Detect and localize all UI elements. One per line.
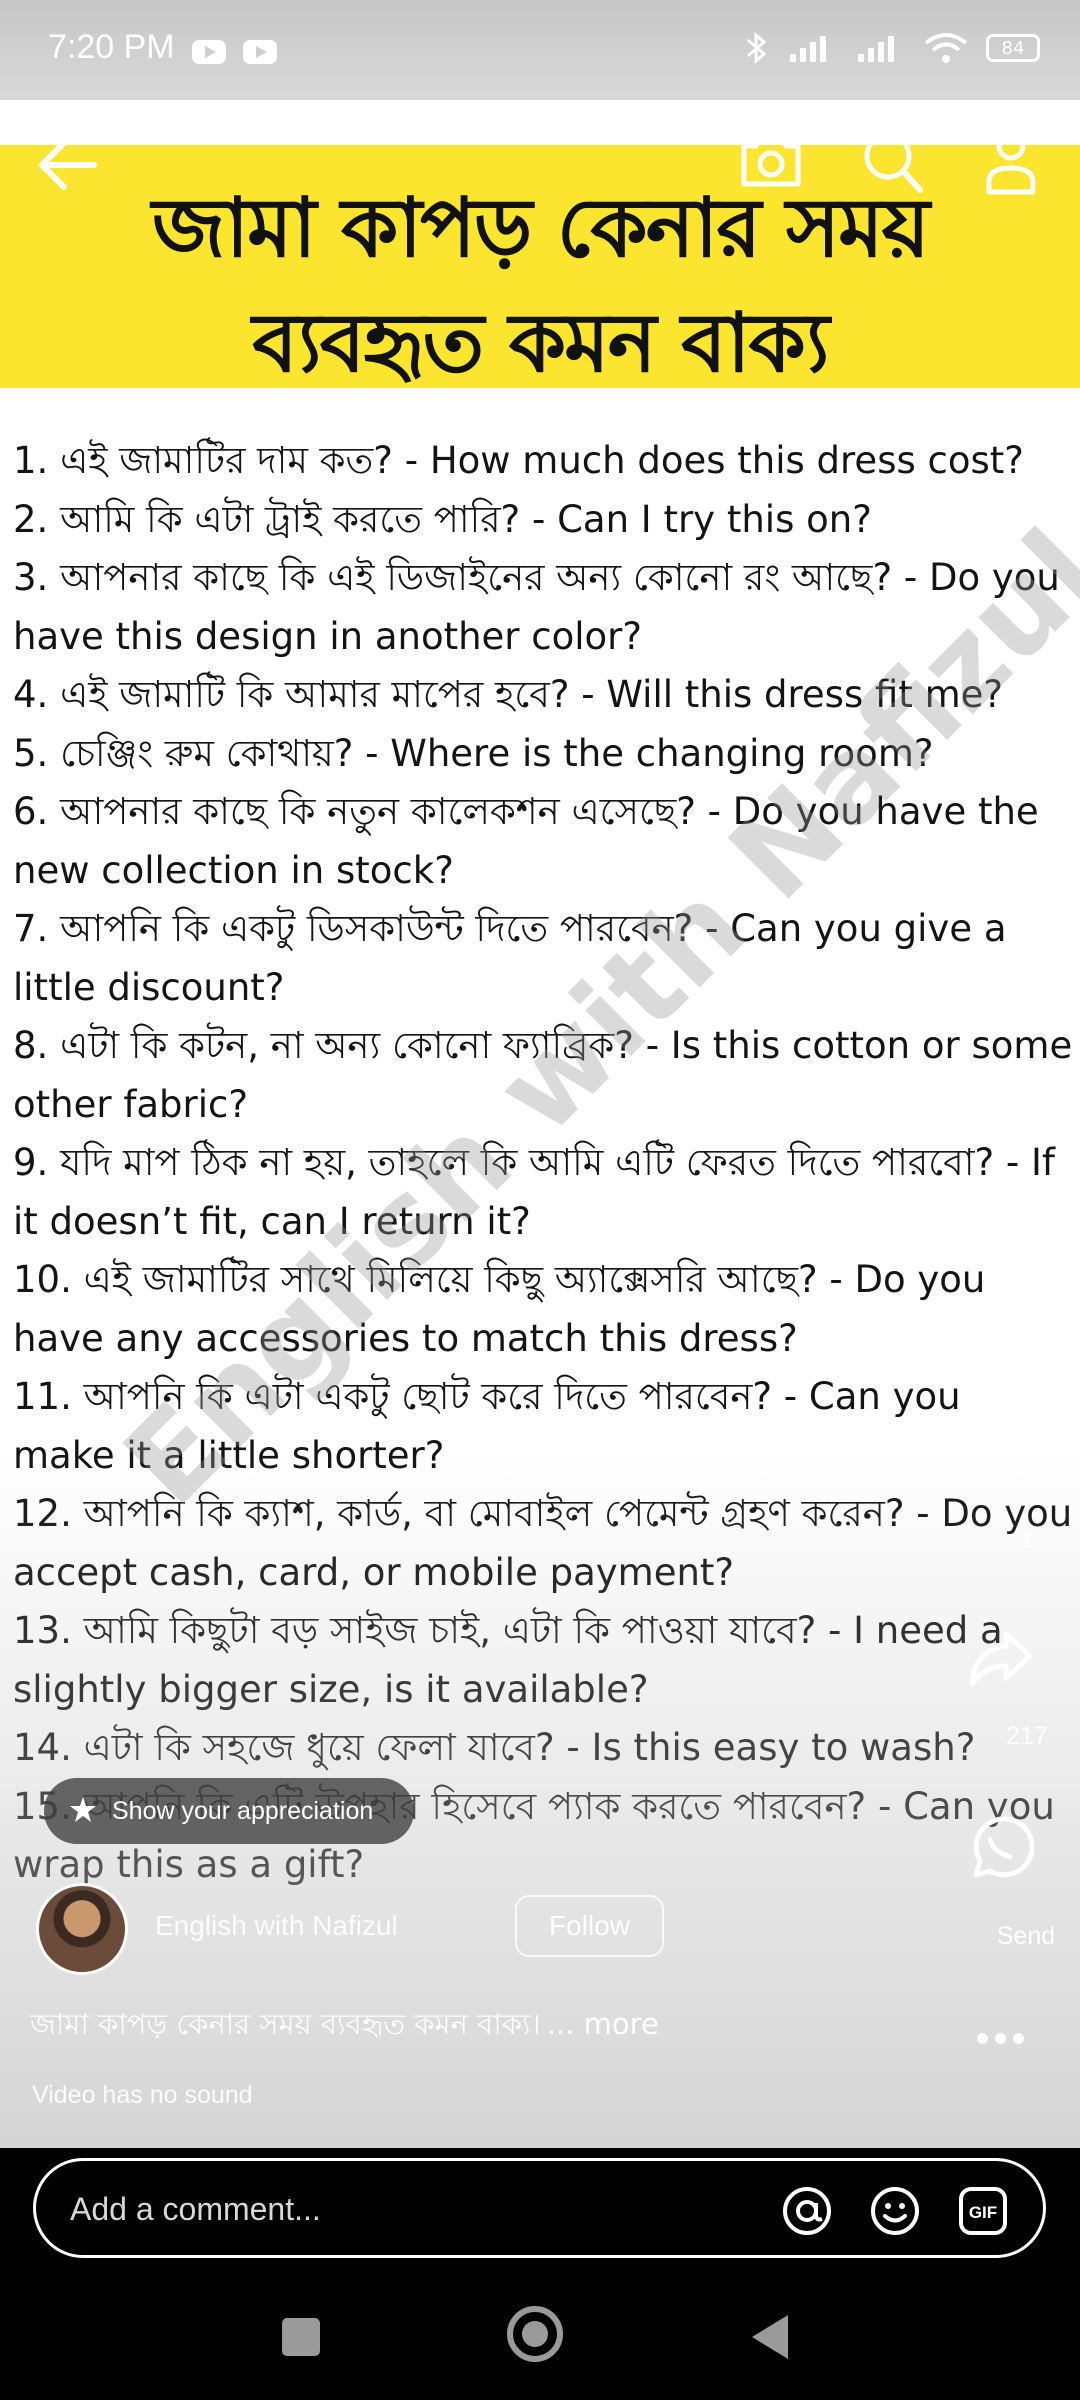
more-options-icon[interactable] (977, 2033, 1024, 2044)
author-avatar[interactable] (36, 1883, 128, 1975)
signal-icon (790, 36, 826, 62)
appreciation-label: Show your appreciation (112, 1796, 374, 1825)
system-nav-bar (0, 2270, 1080, 2400)
svg-text:GIF: GIF (969, 2203, 997, 2222)
gif-icon[interactable]: GIF (957, 2185, 1009, 2237)
status-bar: 7:20 PM 84 (0, 0, 1080, 100)
camera-icon[interactable] (738, 130, 804, 190)
search-icon[interactable] (862, 130, 924, 196)
follow-button[interactable]: Follow (515, 1895, 664, 1957)
back-arrow-icon[interactable] (36, 138, 98, 192)
like-count: 842 (1006, 1326, 1048, 1354)
battery-level: 84 (1001, 37, 1025, 59)
back-nav-icon[interactable] (748, 2312, 792, 2362)
emoji-icon[interactable] (869, 2185, 921, 2237)
list-item: 2. আমি কি এটা ট্রাই করতে পারি? - Can I t… (13, 497, 872, 541)
gift-icon (70, 1797, 96, 1822)
caption-text: জামা কাপড় কেনার সময় ব্যবহৃত কমন বাক্য। (30, 2007, 541, 2041)
battery-icon: 84 (986, 34, 1040, 62)
no-sound-note: Video has no sound (32, 2081, 253, 2109)
youtube-notification-icon (192, 40, 226, 64)
profile-icon[interactable] (985, 130, 1037, 196)
status-time: 7:20 PM (48, 28, 175, 66)
youtube-notification-icon (243, 40, 277, 64)
share-count: 217 (1006, 1722, 1048, 1750)
bluetooth-icon (747, 31, 767, 65)
home-icon[interactable] (505, 2304, 565, 2364)
list-item: 1. এই জামাটির দাম কত? - How much does th… (13, 439, 1024, 482)
send-label[interactable]: Send (986, 1922, 1066, 1951)
video-caption[interactable]: জামা কাপড় কেনার সময় ব্যবহৃত কমন বাক্য।… (30, 2002, 659, 2051)
signal-icon (858, 36, 894, 62)
comment-count: 1 (1020, 1526, 1034, 1554)
recents-icon[interactable] (280, 2316, 322, 2358)
list-item: 10. এই জামাটির সাথে মিলিয়ে কিছু অ্যাক্স… (13, 1258, 986, 1360)
whatsapp-send-icon[interactable] (966, 1815, 1034, 1883)
banner-title-line-2: ব্যবহৃত কমন বাক্য (252, 296, 829, 391)
share-icon[interactable] (966, 1628, 1036, 1690)
list-item: 14. এটা কি সহজে ধুয়ে ফেলা যাবে? - Is th… (13, 1726, 976, 1769)
list-item: 13. আমি কিছুটা বড় সাইজ চাই, এটা কি পাওয… (13, 1609, 1003, 1711)
more-link[interactable]: ... more (547, 2007, 659, 2041)
comment-placeholder: Add a comment... (70, 2191, 321, 2227)
wifi-icon (924, 33, 968, 63)
comment-input[interactable]: Add a comment... GIF (33, 2158, 1046, 2258)
appreciation-button[interactable]: Show your appreciation (44, 1778, 414, 1844)
author-name[interactable]: English with Nafizul (155, 1910, 398, 1942)
mention-icon[interactable] (781, 2185, 833, 2237)
comment-bar: Add a comment... GIF (0, 2148, 1080, 2270)
